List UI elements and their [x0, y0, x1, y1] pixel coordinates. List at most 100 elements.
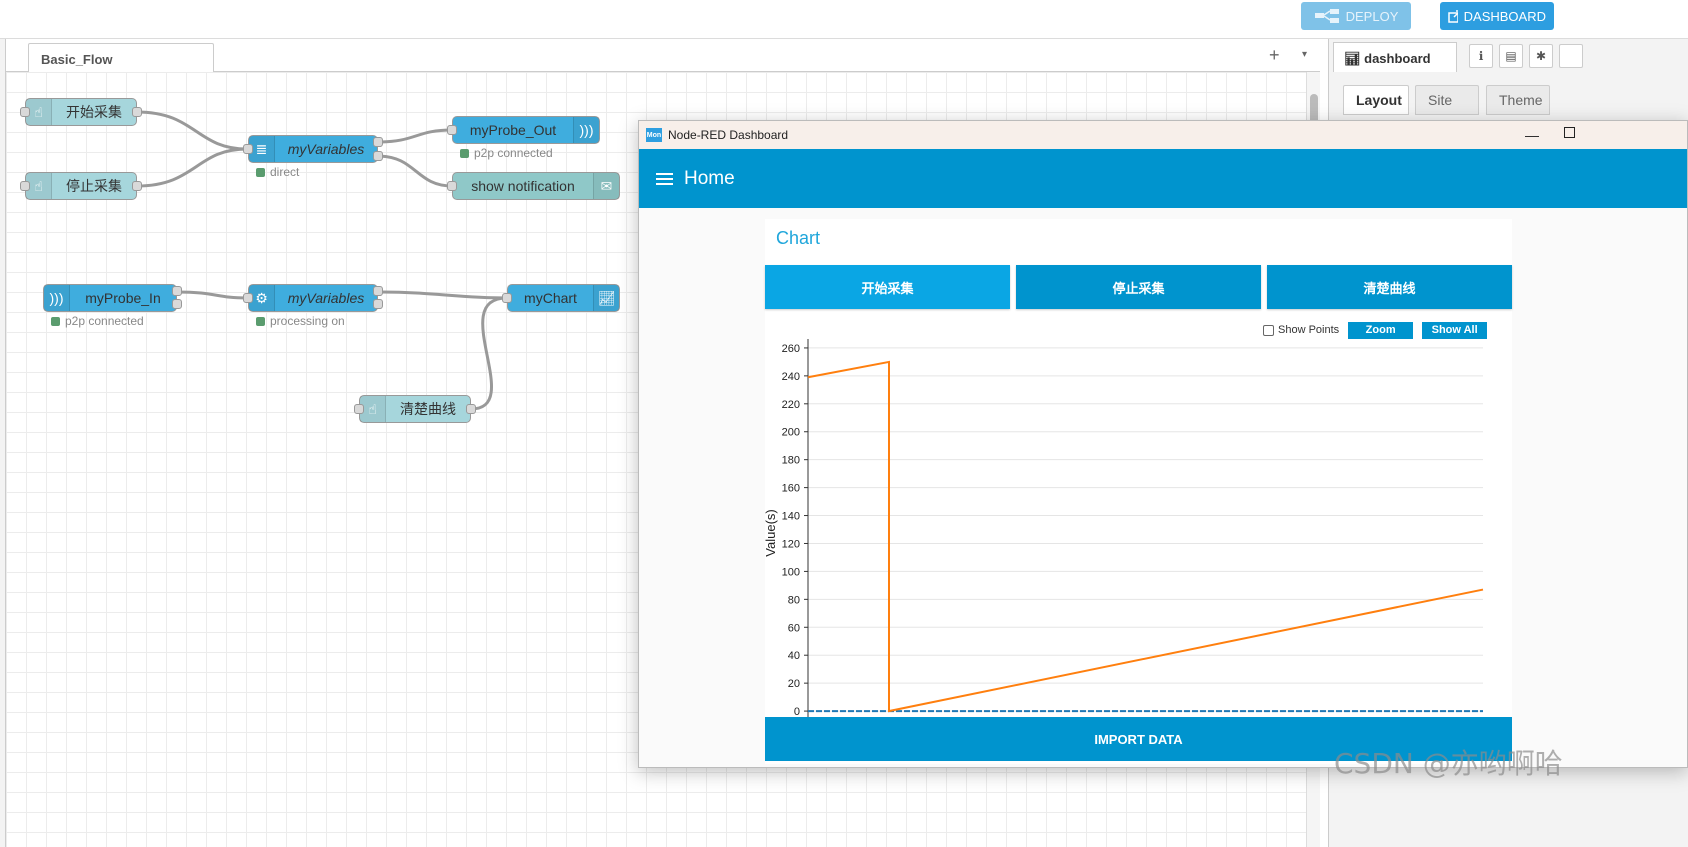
node-label: 停止采集	[66, 178, 122, 194]
show-points-checkbox[interactable]	[1263, 324, 1274, 336]
y-axis-label: Value(s)	[765, 509, 778, 556]
node-port[interactable]	[354, 404, 364, 414]
node-label: 开始采集	[66, 104, 122, 120]
series-line-i	[807, 360, 1484, 713]
node-label: myVariables	[287, 141, 365, 157]
inject-node-stop[interactable]: ☝ 停止采集	[25, 172, 137, 200]
node-port[interactable]	[373, 137, 383, 147]
y-tick-label: 20	[788, 678, 800, 690]
inject-node-clear[interactable]: ☝ 清楚曲线	[359, 395, 471, 423]
tab-layout[interactable]: Layout	[1343, 85, 1409, 115]
sidebar-tab-label: dashboard	[1364, 51, 1431, 66]
y-tick-label: 240	[782, 371, 800, 383]
status-text: direct	[270, 165, 300, 179]
more-icon[interactable]	[1559, 44, 1583, 68]
deploy-flow-icon	[1314, 9, 1339, 23]
signal-icon: )))	[573, 117, 599, 143]
status-dot	[460, 148, 469, 158]
status-dot	[256, 167, 265, 177]
y-tick-label: 200	[782, 427, 800, 439]
tab-site[interactable]: Site	[1415, 85, 1479, 115]
probe-out-node[interactable]: myProbe_Out )))	[452, 116, 600, 144]
chart-card: Chart 开始采集 停止采集 清楚曲线 Show Points Zoom Sh…	[765, 219, 1512, 764]
workspace-tabs: Basic_Flow + ▾	[6, 39, 1320, 73]
chart-line-icon: 📈︎	[593, 285, 619, 311]
node-port[interactable]	[132, 181, 142, 191]
node-port[interactable]	[20, 107, 30, 117]
node-label: myProbe_In	[85, 290, 161, 306]
node-port[interactable]	[132, 107, 142, 117]
sidebar-tab-dashboard[interactable]: 📊︎ dashboard	[1333, 42, 1457, 72]
node-port[interactable]	[502, 293, 512, 303]
line-chart: -200204060801001201401601802002202402602…	[765, 339, 1484, 717]
variables-node-1[interactable]: ≣ myVariables	[248, 135, 378, 163]
start-collect-button[interactable]: 开始采集	[765, 265, 1010, 309]
node-status: processing on	[256, 314, 345, 328]
status-dot	[51, 316, 60, 326]
add-tab-icon[interactable]: +	[1269, 45, 1280, 66]
chart-controls: Show Points Zoom Show All	[1263, 321, 1488, 339]
node-port[interactable]	[172, 299, 182, 309]
node-port[interactable]	[466, 404, 476, 414]
y-tick-label: 260	[782, 343, 800, 355]
dashboard-label: DASHBOARD	[1463, 8, 1546, 24]
node-status: p2p connected	[460, 146, 553, 160]
node-port[interactable]	[172, 286, 182, 296]
node-port[interactable]	[373, 299, 383, 309]
show-all-button[interactable]: Show All	[1422, 321, 1488, 339]
book-icon[interactable]: ▤	[1499, 44, 1523, 68]
node-label: myProbe_Out	[469, 122, 557, 138]
y-tick-label: 120	[782, 538, 800, 550]
y-tick-label: 160	[782, 483, 800, 495]
variables-node-2[interactable]: ⚙ myVariables	[248, 284, 378, 312]
info-icon[interactable]: ℹ	[1469, 44, 1493, 68]
clear-curve-button[interactable]: 清楚曲线	[1267, 265, 1512, 309]
status-text: p2p connected	[474, 146, 553, 160]
maximize-icon[interactable]	[1564, 127, 1575, 138]
window-titlebar[interactable]: Mon Node-RED Dashboard —	[639, 121, 1687, 149]
header-bar: DEPLOY DASHBOARD	[0, 0, 1688, 39]
tab-menu-icon[interactable]: ▾	[1302, 49, 1307, 60]
node-port[interactable]	[447, 181, 457, 191]
signal-icon: )))	[44, 285, 70, 311]
y-tick-label: 60	[788, 622, 800, 634]
chart-node[interactable]: myChart 📈︎	[507, 284, 620, 312]
tab-theme[interactable]: Theme	[1486, 85, 1550, 115]
dashboard-button[interactable]: DASHBOARD	[1440, 2, 1554, 30]
zoom-button[interactable]: Zoom	[1348, 321, 1414, 339]
status-dot	[256, 316, 265, 326]
y-tick-label: 220	[782, 399, 800, 411]
y-tick-label: 100	[782, 566, 800, 578]
bar-chart-icon: 📊︎	[1344, 51, 1365, 66]
bug-icon[interactable]: ✱	[1529, 44, 1553, 68]
node-port[interactable]	[20, 181, 30, 191]
minimize-icon[interactable]: —	[1525, 127, 1539, 143]
stop-collect-button[interactable]: 停止采集	[1016, 265, 1261, 309]
node-label: show notification	[471, 178, 575, 194]
hamburger-menu-icon[interactable]	[656, 172, 673, 185]
external-link-icon	[1448, 9, 1458, 23]
tab-basic-flow[interactable]: Basic_Flow	[28, 43, 214, 73]
envelope-icon: ✉	[593, 173, 619, 199]
deploy-button[interactable]: DEPLOY	[1301, 2, 1411, 30]
node-port[interactable]	[243, 144, 253, 154]
probe-in-node[interactable]: ))) myProbe_In	[43, 284, 177, 312]
node-port[interactable]	[447, 125, 457, 135]
node-port[interactable]	[243, 293, 253, 303]
node-port[interactable]	[373, 151, 383, 161]
status-text: p2p connected	[65, 314, 144, 328]
notification-node[interactable]: show notification ✉	[452, 172, 620, 200]
node-status: p2p connected	[51, 314, 144, 328]
y-tick-label: 40	[788, 650, 800, 662]
y-tick-label: 0	[794, 706, 800, 717]
app-icon: Mon	[646, 128, 662, 142]
inject-node-start[interactable]: ☝ 开始采集	[25, 98, 137, 126]
node-label: 清楚曲线	[400, 401, 456, 417]
node-port[interactable]	[373, 286, 383, 296]
y-tick-label: 140	[782, 511, 800, 523]
status-text: processing on	[270, 314, 345, 328]
card-title: Chart	[776, 228, 821, 248]
y-tick-label: 180	[782, 455, 800, 467]
deploy-label: DEPLOY	[1345, 8, 1399, 24]
window-title: Node-RED Dashboard	[668, 128, 789, 142]
